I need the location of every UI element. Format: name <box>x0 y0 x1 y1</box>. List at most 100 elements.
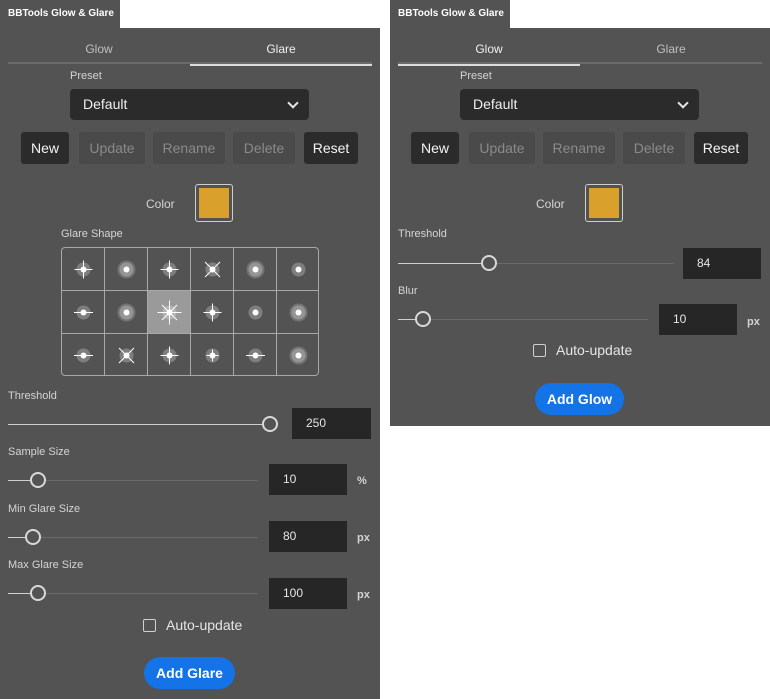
glare-shape-icon <box>204 261 221 278</box>
glare-shape-icon <box>160 346 179 365</box>
blur-slider-track[interactable] <box>398 319 648 320</box>
glare-shape-cell[interactable] <box>234 248 277 291</box>
sample-size-unit: % <box>357 475 367 487</box>
new-button[interactable]: New <box>21 132 69 164</box>
rename-button[interactable]: Rename <box>153 132 225 164</box>
tab-glare[interactable]: Glare <box>580 28 762 64</box>
color-swatch-fill <box>589 188 619 218</box>
glare-shape-cell[interactable] <box>62 248 105 291</box>
color-swatch-fill <box>199 188 229 218</box>
blur-label: Blur <box>398 285 418 297</box>
preset-label: Preset <box>460 70 492 82</box>
min-glare-size-input[interactable]: 80 <box>269 521 347 552</box>
threshold-input[interactable]: 250 <box>292 408 371 439</box>
glare-shape-cell[interactable] <box>148 248 191 291</box>
color-label: Color <box>536 197 565 211</box>
new-button[interactable]: New <box>411 132 459 164</box>
tab-glare[interactable]: Glare <box>190 28 372 66</box>
panel-title-tab-right[interactable]: BBTools Glow & Glare <box>390 0 510 28</box>
max-glare-size-label: Max Glare Size <box>8 559 84 571</box>
glare-shape-icon <box>117 303 136 322</box>
chevron-down-icon <box>287 97 299 109</box>
min-glare-size-slider-track[interactable] <box>8 537 258 538</box>
sample-size-label: Sample Size <box>8 446 70 458</box>
glare-shape-icon <box>289 346 308 365</box>
glare-shape-icon <box>291 262 306 277</box>
threshold-label: Threshold <box>398 228 447 240</box>
threshold-slider-handle[interactable] <box>262 416 278 432</box>
delete-button[interactable]: Delete <box>233 132 295 164</box>
glare-shape-icon <box>246 348 265 363</box>
glare-shape-cell[interactable] <box>148 291 191 334</box>
max-glare-size-unit: px <box>357 589 370 601</box>
tab-bar: Glow Glare <box>8 28 372 66</box>
preset-value: Default <box>473 96 518 112</box>
blur-unit: px <box>747 316 760 328</box>
max-glare-size-slider-handle[interactable] <box>30 585 46 601</box>
glare-shape-icon <box>74 260 93 279</box>
rename-button[interactable]: Rename <box>543 132 615 164</box>
glare-shape-cell[interactable] <box>234 291 277 334</box>
glare-shape-icon <box>118 347 135 364</box>
min-glare-size-slider-handle[interactable] <box>25 529 41 545</box>
color-swatch[interactable] <box>585 184 623 222</box>
delete-button[interactable]: Delete <box>623 132 685 164</box>
reset-button[interactable]: Reset <box>304 132 358 164</box>
color-label: Color <box>146 197 175 211</box>
tab-glow[interactable]: Glow <box>8 28 190 64</box>
glare-shape-icon <box>246 260 265 279</box>
glare-shape-cell[interactable] <box>277 291 318 334</box>
add-glow-button[interactable]: Add Glow <box>535 383 624 415</box>
glare-shape-cell[interactable] <box>191 248 234 291</box>
sample-size-slider-handle[interactable] <box>30 472 46 488</box>
glare-shape-cell[interactable] <box>105 291 148 334</box>
reset-button[interactable]: Reset <box>694 132 748 164</box>
chevron-down-icon <box>677 97 689 109</box>
glare-shape-cell[interactable] <box>105 248 148 291</box>
glare-shape-cell[interactable] <box>191 334 234 375</box>
glare-shape-icon <box>205 348 220 363</box>
glare-shape-icon <box>74 348 93 363</box>
preset-value: Default <box>83 96 128 112</box>
auto-update-label: Auto-update <box>166 617 243 633</box>
glare-shape-icon <box>203 303 222 322</box>
glare-shape-cell[interactable] <box>105 334 148 375</box>
glare-shape-cell[interactable] <box>148 334 191 375</box>
glare-shape-cell[interactable] <box>191 291 234 334</box>
color-swatch[interactable] <box>195 184 233 222</box>
update-button[interactable]: Update <box>469 132 535 164</box>
glare-shape-icon <box>157 300 182 325</box>
glare-shape-grid <box>61 247 319 376</box>
glare-shape-cell[interactable] <box>234 334 277 375</box>
preset-label: Preset <box>70 70 102 82</box>
glare-shape-icon <box>289 303 308 322</box>
panel-title-tab-left[interactable]: BBTools Glow & Glare <box>0 0 120 28</box>
threshold-slider-fill <box>8 424 270 425</box>
threshold-input[interactable]: 84 <box>683 248 761 279</box>
min-glare-size-unit: px <box>357 532 370 544</box>
auto-update-checkbox[interactable] <box>533 344 546 357</box>
glare-shape-cell[interactable] <box>277 334 318 375</box>
glare-shape-icon <box>160 260 179 279</box>
glow-panel: Glow Glare Preset Default New Update Ren… <box>390 28 770 426</box>
threshold-label: Threshold <box>8 390 57 402</box>
tab-glow[interactable]: Glow <box>398 28 580 66</box>
update-button[interactable]: Update <box>79 132 145 164</box>
blur-slider-handle[interactable] <box>415 311 431 327</box>
max-glare-size-input[interactable]: 100 <box>269 578 347 609</box>
glare-shape-cell[interactable] <box>62 334 105 375</box>
glare-shape-icon <box>248 305 263 320</box>
auto-update-label: Auto-update <box>556 342 633 358</box>
glare-shape-cell[interactable] <box>277 248 318 291</box>
threshold-slider-handle[interactable] <box>481 255 497 271</box>
preset-dropdown[interactable]: Default <box>460 89 699 120</box>
glare-shape-icon <box>117 260 136 279</box>
tab-bar: Glow Glare <box>398 28 762 66</box>
preset-dropdown[interactable]: Default <box>70 89 309 120</box>
glare-shape-cell[interactable] <box>62 291 105 334</box>
auto-update-checkbox[interactable] <box>143 619 156 632</box>
add-glare-button[interactable]: Add Glare <box>144 657 235 689</box>
glare-shape-label: Glare Shape <box>61 228 123 240</box>
sample-size-input[interactable]: 10 <box>269 464 347 495</box>
blur-input[interactable]: 10 <box>659 304 737 335</box>
